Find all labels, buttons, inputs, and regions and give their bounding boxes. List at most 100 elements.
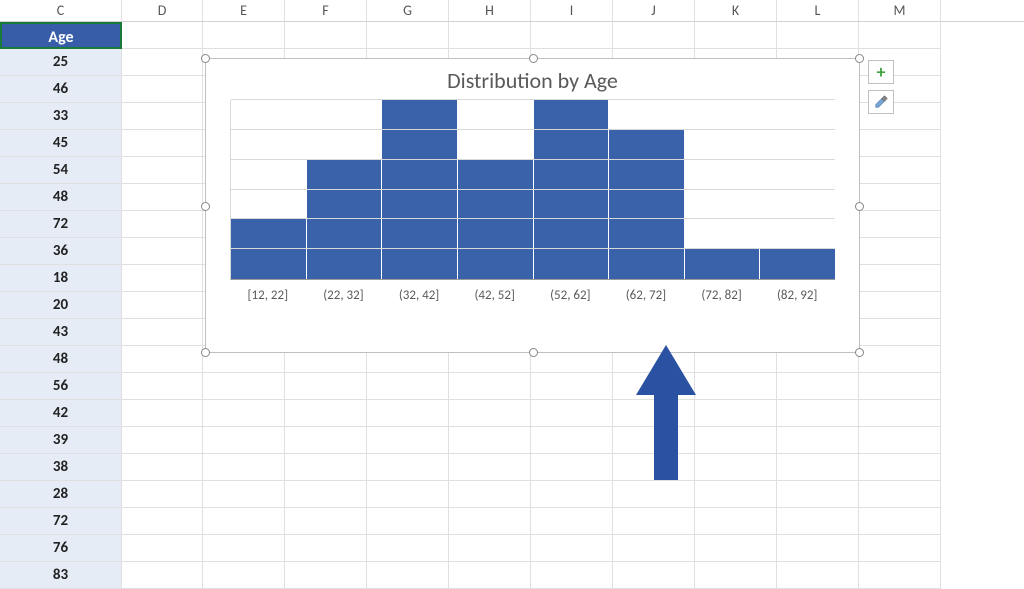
cell[interactable] <box>122 211 203 238</box>
cell[interactable] <box>285 22 367 49</box>
data-cell[interactable]: 39 <box>0 427 122 454</box>
column-header[interactable]: K <box>695 0 777 21</box>
cell[interactable] <box>695 454 777 481</box>
cell[interactable] <box>777 427 859 454</box>
bar[interactable] <box>609 130 685 279</box>
column-header[interactable]: M <box>859 0 941 21</box>
data-cell[interactable]: 72 <box>0 508 122 535</box>
cell[interactable] <box>122 157 203 184</box>
cell[interactable] <box>777 373 859 400</box>
cell[interactable] <box>367 508 449 535</box>
cell[interactable] <box>859 238 941 265</box>
data-cell[interactable]: 28 <box>0 481 122 508</box>
cell[interactable] <box>859 373 941 400</box>
resize-handle[interactable] <box>529 54 538 63</box>
cell[interactable] <box>859 211 941 238</box>
cell[interactable] <box>531 454 613 481</box>
data-cell[interactable]: 38 <box>0 454 122 481</box>
cell[interactable] <box>367 373 449 400</box>
cell[interactable] <box>367 400 449 427</box>
cell[interactable] <box>122 22 203 49</box>
chart-title[interactable]: Distribution by Age <box>206 67 859 94</box>
cell[interactable] <box>367 22 449 49</box>
cell[interactable] <box>122 346 203 373</box>
cell[interactable] <box>531 535 613 562</box>
column-header[interactable]: C <box>0 0 122 21</box>
chart-elements-button[interactable]: + <box>868 60 894 84</box>
plot-area[interactable] <box>230 100 835 280</box>
x-axis-label[interactable]: (82, 92] <box>759 288 835 303</box>
data-cell[interactable]: 45 <box>0 130 122 157</box>
cell[interactable] <box>859 454 941 481</box>
cell[interactable] <box>859 265 941 292</box>
cell[interactable] <box>203 400 285 427</box>
data-cell[interactable]: 42 <box>0 400 122 427</box>
x-axis-label[interactable]: (32, 42] <box>381 288 457 303</box>
cell[interactable] <box>367 481 449 508</box>
cell[interactable] <box>531 400 613 427</box>
cell[interactable] <box>613 508 695 535</box>
column-header[interactable]: E <box>203 0 285 21</box>
bar[interactable] <box>685 249 761 279</box>
data-cell[interactable]: 72 <box>0 211 122 238</box>
resize-handle[interactable] <box>855 202 864 211</box>
cell[interactable] <box>859 130 941 157</box>
cell[interactable] <box>122 238 203 265</box>
histogram-chart[interactable]: Distribution by Age [12, 22](22, 32](32,… <box>205 58 860 353</box>
cell[interactable] <box>122 427 203 454</box>
cell[interactable] <box>449 427 531 454</box>
data-header-cell[interactable]: Age <box>0 22 122 49</box>
data-cell[interactable]: 76 <box>0 535 122 562</box>
data-cell[interactable]: 46 <box>0 76 122 103</box>
cell[interactable] <box>449 22 531 49</box>
cell[interactable] <box>285 535 367 562</box>
column-header[interactable]: D <box>122 0 203 21</box>
cell[interactable] <box>859 184 941 211</box>
x-axis-label[interactable]: (72, 82] <box>684 288 760 303</box>
column-header[interactable]: G <box>367 0 449 21</box>
cell[interactable] <box>695 508 777 535</box>
cell[interactable] <box>613 535 695 562</box>
cell[interactable] <box>859 346 941 373</box>
cell[interactable] <box>531 373 613 400</box>
cell[interactable] <box>859 319 941 346</box>
cell[interactable] <box>203 481 285 508</box>
cell[interactable] <box>859 535 941 562</box>
cell[interactable] <box>122 76 203 103</box>
cell[interactable] <box>122 184 203 211</box>
cell[interactable] <box>122 49 203 76</box>
cell[interactable] <box>122 265 203 292</box>
resize-handle[interactable] <box>529 348 538 357</box>
cell[interactable] <box>285 454 367 481</box>
cell[interactable] <box>203 373 285 400</box>
cell[interactable] <box>367 535 449 562</box>
cell[interactable] <box>285 427 367 454</box>
cell[interactable] <box>449 373 531 400</box>
cell[interactable] <box>859 400 941 427</box>
column-header[interactable]: J <box>613 0 695 21</box>
cell[interactable] <box>449 535 531 562</box>
cell[interactable] <box>777 481 859 508</box>
cell[interactable] <box>859 157 941 184</box>
cell[interactable] <box>449 481 531 508</box>
x-axis-label[interactable]: (22, 32] <box>306 288 382 303</box>
cell[interactable] <box>777 535 859 562</box>
data-cell[interactable]: 33 <box>0 103 122 130</box>
cell[interactable] <box>777 508 859 535</box>
cell[interactable] <box>285 373 367 400</box>
chart-styles-button[interactable] <box>868 90 894 114</box>
cell[interactable] <box>122 292 203 319</box>
cell[interactable] <box>859 22 941 49</box>
cell[interactable] <box>203 427 285 454</box>
cell[interactable] <box>859 427 941 454</box>
cell[interactable] <box>695 535 777 562</box>
x-axis-label[interactable]: (42, 52] <box>457 288 533 303</box>
cell[interactable] <box>695 373 777 400</box>
cell[interactable] <box>203 22 285 49</box>
data-cell[interactable]: 54 <box>0 157 122 184</box>
cell[interactable] <box>695 427 777 454</box>
data-cell[interactable]: 36 <box>0 238 122 265</box>
bar[interactable] <box>231 219 307 279</box>
column-header[interactable]: H <box>449 0 531 21</box>
cell[interactable] <box>859 481 941 508</box>
